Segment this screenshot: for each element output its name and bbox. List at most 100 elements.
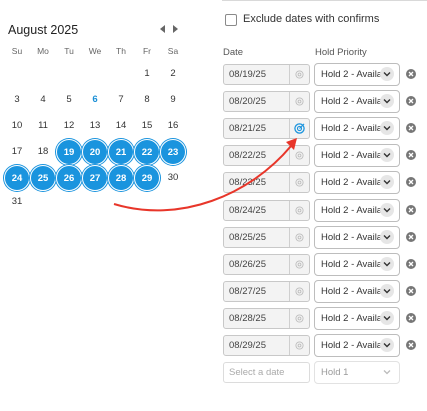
hold-priority-select[interactable]: Hold 2 - Available [314,171,400,194]
dropdown-toggle[interactable] [380,67,394,81]
target-icon [295,178,304,187]
date-field[interactable]: 08/23/25 [223,172,310,193]
dropdown-toggle[interactable] [380,311,394,325]
target-icon [295,260,304,269]
date-picker-button[interactable] [289,146,309,165]
calendar-day-6[interactable]: 6 [82,87,108,113]
dropdown-toggle[interactable] [380,365,394,379]
hold-priority-select[interactable]: Hold 2 - Available [314,334,400,357]
remove-row-button[interactable] [406,96,416,106]
date-picker-button[interactable] [289,173,309,192]
hold-priority-select[interactable]: Hold 2 - Available [314,253,400,276]
calendar-day-10[interactable]: 10 [4,113,30,139]
calendar-day-1[interactable]: 1 [134,61,160,87]
date-value: 08/20/25 [229,96,266,107]
calendar-day-25[interactable]: 25 [30,165,56,191]
date-picker-button[interactable] [289,201,309,220]
date-field[interactable]: 08/21/25 [223,118,310,139]
date-picker-button[interactable] [289,92,309,111]
calendar-day-15[interactable]: 15 [134,113,160,139]
calendar-day-22[interactable]: 22 [134,139,160,165]
new-hold-priority-select[interactable]: Hold 1 [314,361,400,384]
calendar-day-8[interactable]: 8 [134,87,160,113]
calendar-day-20[interactable]: 20 [82,139,108,165]
date-picker-button[interactable] [289,255,309,274]
calendar-day-31[interactable]: 31 [4,189,30,215]
calendar-day-24[interactable]: 24 [4,165,30,191]
calendar-day-21[interactable]: 21 [108,139,134,165]
calendar-day-23[interactable]: 23 [160,139,186,165]
exclude-confirms-checkbox[interactable] [225,14,237,26]
remove-row-button[interactable] [406,232,416,242]
calendar-day-12[interactable]: 12 [56,113,82,139]
dropdown-toggle[interactable] [380,94,394,108]
date-field[interactable]: 08/28/25 [223,308,310,329]
chevron-down-icon [383,343,391,348]
remove-row-button[interactable] [406,177,416,187]
date-field[interactable]: 08/29/25 [223,335,310,356]
hold-priority-select[interactable]: Hold 2 - Available [314,90,400,113]
calendar-day-17[interactable]: 17 [4,139,30,165]
dropdown-toggle[interactable] [380,203,394,217]
hold-priority-select[interactable]: Hold 2 - Available [314,280,400,303]
calendar-day-11[interactable]: 11 [30,113,56,139]
weekday-header: We [88,46,102,56]
dropdown-toggle[interactable] [380,257,394,271]
date-field[interactable]: 08/27/25 [223,281,310,302]
hold-priority-select[interactable]: Hold 2 - Available [314,199,400,222]
prev-month-icon[interactable] [160,25,165,33]
date-value: 08/21/25 [229,123,266,134]
hold-priority-select[interactable]: Hold 2 - Available [314,117,400,140]
date-picker-button[interactable] [289,282,309,301]
dropdown-toggle[interactable] [380,230,394,244]
calendar-day-16[interactable]: 16 [160,113,186,139]
calendar-day-30[interactable]: 30 [160,165,186,191]
new-date-field[interactable]: Select a date [223,362,310,383]
date-field[interactable]: 08/20/25 [223,91,310,112]
remove-row-button[interactable] [406,69,416,79]
hold-priority-select[interactable]: Hold 2 - Available [314,144,400,167]
date-picker-button[interactable] [289,336,309,355]
calendar-day-9[interactable]: 9 [160,87,186,113]
dropdown-toggle[interactable] [380,284,394,298]
remove-row-button[interactable] [406,340,416,350]
date-field[interactable]: 08/25/25 [223,227,310,248]
hold-priority-select[interactable]: Hold 2 - Available [314,63,400,86]
remove-row-button[interactable] [406,205,416,215]
next-month-icon[interactable] [173,25,178,33]
hold-priority-value: Hold 2 - Available [321,205,381,216]
calendar-day-2[interactable]: 2 [160,61,186,87]
date-picker-button[interactable] [289,309,309,328]
dropdown-toggle[interactable] [380,175,394,189]
date-field[interactable]: 08/22/25 [223,145,310,166]
dropdown-toggle[interactable] [380,338,394,352]
calendar-day-27[interactable]: 27 [82,165,108,191]
calendar-day-4[interactable]: 4 [30,87,56,113]
remove-row-button[interactable] [406,150,416,160]
calendar-day-19[interactable]: 19 [56,139,82,165]
date-picker-button[interactable] [289,119,309,138]
date-field[interactable]: 08/19/25 [223,64,310,85]
date-value: 08/19/25 [229,69,266,80]
date-field[interactable]: 08/26/25 [223,254,310,275]
date-field[interactable]: 08/24/25 [223,200,310,221]
calendar-day-7[interactable]: 7 [108,87,134,113]
calendar-day-29[interactable]: 29 [134,165,160,191]
calendar-day-28[interactable]: 28 [108,165,134,191]
calendar-day-26[interactable]: 26 [56,165,82,191]
dropdown-toggle[interactable] [380,121,394,135]
date-picker-button[interactable] [289,228,309,247]
calendar-day-13[interactable]: 13 [82,113,108,139]
date-picker-button[interactable] [289,65,309,84]
dropdown-toggle[interactable] [380,148,394,162]
remove-row-button[interactable] [406,313,416,323]
remove-row-button[interactable] [406,123,416,133]
hold-priority-select[interactable]: Hold 2 - Available [314,307,400,330]
calendar-day-5[interactable]: 5 [56,87,82,113]
remove-row-button[interactable] [406,286,416,296]
hold-priority-select[interactable]: Hold 2 - Available [314,226,400,249]
calendar-day-18[interactable]: 18 [30,139,56,165]
calendar-day-3[interactable]: 3 [4,87,30,113]
remove-row-button[interactable] [406,259,416,269]
calendar-day-14[interactable]: 14 [108,113,134,139]
